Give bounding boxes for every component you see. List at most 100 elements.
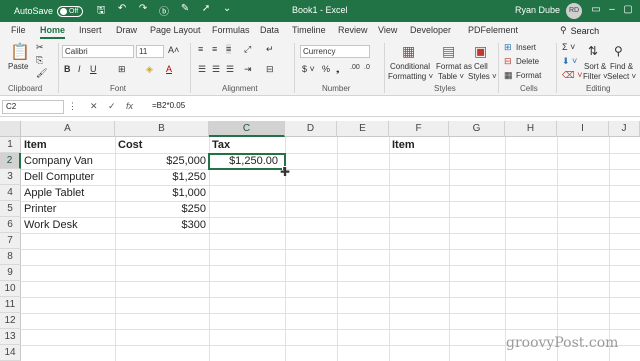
wrap-text-icon[interactable]: ↵ <box>266 44 274 55</box>
cursor-icon[interactable]: ➚ <box>200 3 212 20</box>
row-header-12[interactable]: 12 <box>0 313 21 329</box>
cell-styles-label-2[interactable]: Styles ˅ <box>468 72 497 82</box>
column-header-g[interactable]: G <box>449 121 505 137</box>
row-header-11[interactable]: 11 <box>0 297 21 313</box>
bold-icon[interactable]: B <box>64 64 71 74</box>
copy-icon[interactable]: ⎘ <box>36 55 43 66</box>
row-header-6[interactable]: 6 <box>0 217 21 233</box>
tab-timeline[interactable]: Timeline <box>292 25 326 39</box>
font-name-dropdown[interactable]: Calibri <box>62 45 134 58</box>
increase-font-icon[interactable]: A˄ <box>168 45 179 55</box>
autosum-icon[interactable]: Σ ˅ <box>562 42 575 52</box>
save-icon[interactable]: 🖫 <box>95 3 107 20</box>
accounting-icon[interactable]: $ ˅ <box>302 64 315 74</box>
format-as-table-label-2[interactable]: Table ˅ <box>438 72 464 82</box>
increase-decimal-icon[interactable]: .00 <box>350 64 360 71</box>
comma-icon[interactable]: ❟ <box>336 64 340 75</box>
align-middle-icon[interactable]: ≡ <box>212 44 217 54</box>
insert-cells-icon[interactable]: ⊞ <box>504 42 512 53</box>
font-color-icon[interactable]: A <box>166 64 172 74</box>
delete-cells-icon[interactable]: ⊟ <box>504 56 512 67</box>
cell-a6[interactable]: Work Desk <box>24 217 114 233</box>
search-box[interactable]: ⚲ Search <box>560 25 599 36</box>
cell-b6[interactable]: $300 <box>115 217 209 233</box>
sort-filter-label-1[interactable]: Sort & <box>584 62 606 72</box>
tab-data[interactable]: Data <box>260 25 279 39</box>
find-select-icon[interactable]: ⚲ <box>614 44 623 58</box>
orientation-icon[interactable]: ⤢ <box>244 44 251 55</box>
tab-draw[interactable]: Draw <box>116 25 137 39</box>
cell-a2[interactable]: Company Van <box>24 153 114 169</box>
spreadsheet-grid[interactable]: A B C D E F G H I J 1 2 3 4 5 6 7 8 9 10… <box>0 121 640 361</box>
cell-styles-label-1[interactable]: Cell <box>474 62 488 72</box>
tab-file[interactable]: File <box>11 25 26 39</box>
row-header-13[interactable]: 13 <box>0 329 21 345</box>
row-header-4[interactable]: 4 <box>0 185 21 201</box>
cell-styles-icon[interactable]: ▣ <box>474 43 487 60</box>
format-painter-icon[interactable]: 🖌 <box>36 68 47 79</box>
row-header-1[interactable]: 1 <box>0 137 21 153</box>
font-size-dropdown[interactable]: 11 <box>136 45 164 58</box>
align-right-icon[interactable]: ☰ <box>226 64 234 75</box>
number-format-dropdown[interactable]: Currency <box>300 45 370 58</box>
column-header-h[interactable]: H <box>505 121 557 137</box>
row-header-7[interactable]: 7 <box>0 233 21 249</box>
tab-view[interactable]: View <box>378 25 397 39</box>
column-header-c[interactable]: C <box>209 121 285 137</box>
fill-icon[interactable]: ⬇ ˅ <box>562 56 577 67</box>
align-center-icon[interactable]: ☰ <box>212 64 220 75</box>
column-header-i[interactable]: I <box>557 121 609 137</box>
borders-icon[interactable]: ⊞ <box>118 64 126 75</box>
tab-home[interactable]: Home <box>40 25 66 39</box>
cancel-icon[interactable]: ✕ <box>90 101 98 112</box>
select-all-corner[interactable] <box>0 121 21 137</box>
row-header-8[interactable]: 8 <box>0 249 21 265</box>
format-as-table-icon[interactable]: ▤ <box>442 43 455 60</box>
sort-filter-icon[interactable]: ⇅ <box>588 44 598 58</box>
delete-cells-label[interactable]: Delete <box>516 57 539 67</box>
conditional-formatting-label-2[interactable]: Formatting ˅ <box>388 72 433 82</box>
row-header-14[interactable]: 14 <box>0 345 21 361</box>
column-header-e[interactable]: E <box>337 121 389 137</box>
column-header-f[interactable]: F <box>389 121 449 137</box>
tab-developer[interactable]: Developer <box>410 25 451 39</box>
insert-function-icon[interactable]: fx <box>126 101 133 111</box>
name-box-dropdown-icon[interactable]: ⋮ <box>68 101 77 112</box>
user-name[interactable]: Ryan Dube <box>515 5 560 15</box>
clear-icon[interactable]: ⌫ ˅ <box>562 70 582 81</box>
customize-qat-icon[interactable]: ⌄ <box>221 3 233 20</box>
row-header-5[interactable]: 5 <box>0 201 21 217</box>
cell-f1[interactable]: Item <box>392 137 448 153</box>
cell-a1[interactable]: Item <box>24 137 114 153</box>
formula-input[interactable]: =B2*0.05 <box>148 100 636 114</box>
column-header-b[interactable]: B <box>115 121 209 137</box>
fill-color-icon[interactable]: ◈ <box>146 64 153 75</box>
tab-page-layout[interactable]: Page Layout <box>150 25 201 39</box>
maximize-icon[interactable]: ▢ <box>622 4 634 15</box>
paste-label[interactable]: Paste <box>8 62 28 72</box>
tab-pdfelement[interactable]: PDFelement <box>468 25 518 39</box>
format-cells-icon[interactable]: ▦ <box>504 70 513 81</box>
autosave-toggle[interactable]: Off <box>57 5 84 17</box>
percent-icon[interactable]: % <box>322 64 330 74</box>
sensitivity-icon[interactable]: ⓑ <box>158 3 170 20</box>
align-top-icon[interactable]: ≡ <box>198 44 203 54</box>
tab-formulas[interactable]: Formulas <box>212 25 250 39</box>
find-select-label-1[interactable]: Find & <box>610 62 633 72</box>
sort-filter-label-2[interactable]: Filter ˅ <box>583 72 608 82</box>
underline-icon[interactable]: U <box>90 64 97 74</box>
decrease-decimal-icon[interactable]: .0 <box>364 64 370 71</box>
brush-icon[interactable]: ✎ <box>179 3 191 20</box>
indent-icon[interactable]: ⇥ <box>244 64 252 75</box>
minimize-icon[interactable]: – <box>606 4 618 15</box>
cell-b3[interactable]: $1,250 <box>115 169 209 185</box>
merge-center-icon[interactable]: ⊟ <box>266 64 274 75</box>
cell-b4[interactable]: $1,000 <box>115 185 209 201</box>
conditional-formatting-icon[interactable]: ▦ <box>402 43 415 60</box>
paste-icon[interactable]: 📋 <box>10 42 30 62</box>
undo-icon[interactable]: ↶ <box>116 3 128 20</box>
row-header-10[interactable]: 10 <box>0 281 21 297</box>
insert-cells-label[interactable]: Insert <box>516 43 536 53</box>
cell-b1[interactable]: Cost <box>118 137 208 153</box>
column-header-j[interactable]: J <box>609 121 640 137</box>
